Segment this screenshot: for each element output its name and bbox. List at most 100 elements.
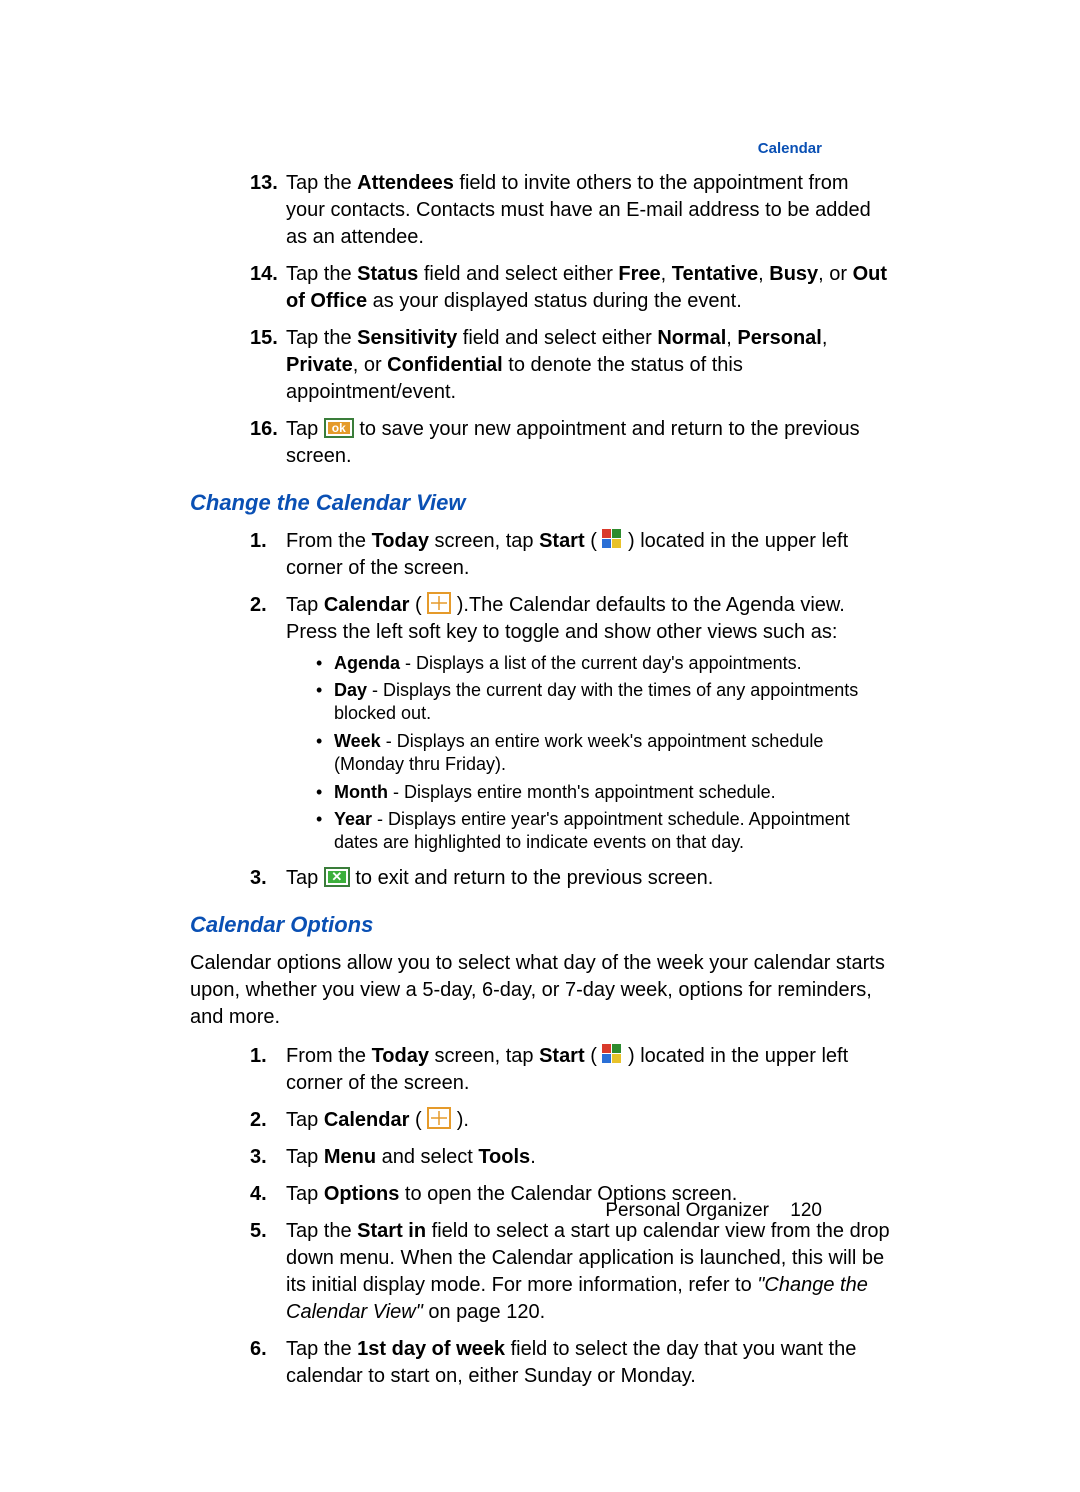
step-text: (: [409, 1109, 427, 1131]
bold: 1st day of week: [357, 1338, 505, 1360]
step-text: Tap the: [286, 1220, 357, 1242]
footer: Personal Organizer 120: [605, 1200, 822, 1222]
bold: Today: [372, 1045, 429, 1067]
bold: Day: [334, 680, 367, 700]
step-text: Tap: [286, 418, 324, 440]
step-text: to save your new appointment and return …: [286, 418, 860, 467]
step-text: ,: [661, 263, 672, 285]
list-item: 1. From the Today screen, tap Start ( ) …: [250, 528, 890, 582]
ok-icon-label: ok: [328, 422, 350, 434]
step-text: Tap: [286, 594, 324, 616]
close-icon: ✕: [324, 867, 350, 887]
list-item: 2. Tap Calendar ( ).The Calendar default…: [250, 592, 890, 855]
step-text: ,: [822, 327, 828, 349]
step-number: 16.: [250, 416, 278, 443]
bold: Attendees: [357, 172, 454, 194]
bold: Confidential: [387, 354, 503, 376]
footer-section: Personal Organizer: [605, 1200, 769, 1221]
heading-change-calendar-view: Change the Calendar View: [190, 488, 890, 518]
heading-calendar-options: Calendar Options: [190, 910, 890, 940]
step-number: 14.: [250, 261, 278, 288]
step-text: on page 120.: [423, 1301, 545, 1323]
bold: Options: [324, 1183, 400, 1205]
page: Calendar 13. Tap the Attendees field to …: [0, 0, 1080, 1492]
bold: Tools: [478, 1146, 530, 1168]
step-number: 2.: [250, 1107, 267, 1134]
list-item: 6. Tap the 1st day of week field to sele…: [250, 1336, 890, 1390]
step-number: 15.: [250, 325, 278, 352]
step-text: From the: [286, 530, 372, 552]
step-text: ).: [457, 1109, 469, 1131]
step-text: Tap: [286, 1109, 324, 1131]
calendar-icon: [427, 592, 451, 614]
step-text: Tap the: [286, 327, 357, 349]
list-item: Agenda - Displays a list of the current …: [316, 652, 890, 675]
steps-change-view: 1. From the Today screen, tap Start ( ) …: [250, 528, 890, 892]
bold: Status: [357, 263, 418, 285]
bold: Private: [286, 354, 353, 376]
list-item: 14. Tap the Status field and select eith…: [250, 261, 890, 315]
list-item: 3. Tap ✕ to exit and return to the previ…: [250, 865, 890, 892]
step-number: 6.: [250, 1336, 267, 1363]
step-text: (: [409, 594, 427, 616]
start-flag-icon: [602, 1044, 622, 1064]
calendar-icon: [427, 1107, 451, 1129]
view-list: Agenda - Displays a list of the current …: [316, 652, 890, 855]
bold: Busy: [769, 263, 818, 285]
step-text: Tap: [286, 867, 324, 889]
step-text: ,: [726, 327, 737, 349]
list-item: Year - Displays entire year's appointmen…: [316, 808, 890, 855]
view-desc: - Displays entire year's appointment sch…: [334, 809, 850, 852]
step-text: screen, tap: [429, 1045, 539, 1067]
list-item: Month - Displays entire month's appointm…: [316, 781, 890, 804]
intro-text: Calendar options allow you to select wha…: [190, 950, 890, 1031]
bold: Personal: [737, 327, 821, 349]
bold: Agenda: [334, 653, 400, 673]
step-text: From the: [286, 1045, 372, 1067]
step-number: 2.: [250, 592, 267, 619]
bold: Week: [334, 731, 381, 751]
list-item: Week - Displays an entire work week's ap…: [316, 730, 890, 777]
list-item: Day - Displays the current day with the …: [316, 679, 890, 726]
step-number: 3.: [250, 865, 267, 892]
step-number: 4.: [250, 1181, 267, 1208]
list-item: 3. Tap Menu and select Tools.: [250, 1144, 890, 1171]
step-text: and select: [376, 1146, 478, 1168]
step-text: (: [585, 1045, 597, 1067]
view-desc: - Displays the current day with the time…: [334, 680, 858, 723]
bold: Start in: [357, 1220, 426, 1242]
step-text: , or: [818, 263, 852, 285]
step-text: field and select either: [457, 327, 657, 349]
close-icon-label: ✕: [328, 871, 346, 883]
step-text: Tap: [286, 1146, 324, 1168]
step-text: .: [530, 1146, 536, 1168]
step-text: Tap: [286, 1183, 324, 1205]
bold: Today: [372, 530, 429, 552]
bold: Normal: [657, 327, 726, 349]
header-section-link[interactable]: Calendar: [758, 140, 822, 157]
bold: Free: [618, 263, 660, 285]
list-item: 16. Tap ok to save your new appointment …: [250, 416, 890, 470]
step-text: field and select either: [418, 263, 618, 285]
list-item: 2. Tap Calendar ( ).: [250, 1107, 890, 1134]
list-item: 5. Tap the Start in field to select a st…: [250, 1218, 890, 1326]
bold: Start: [539, 1045, 585, 1067]
bold: Year: [334, 809, 372, 829]
step-text: Tap the: [286, 172, 357, 194]
step-text: as your displayed status during the even…: [367, 290, 742, 312]
steps-continued: 13. Tap the Attendees field to invite ot…: [250, 170, 890, 470]
bold: Tentative: [672, 263, 758, 285]
step-number: 1.: [250, 528, 267, 555]
step-text: screen, tap: [429, 530, 539, 552]
step-number: 5.: [250, 1218, 267, 1245]
step-number: 1.: [250, 1043, 267, 1070]
step-text: Tap the: [286, 263, 357, 285]
step-text: ,: [758, 263, 769, 285]
bold: Start: [539, 530, 585, 552]
list-item: 1. From the Today screen, tap Start ( ) …: [250, 1043, 890, 1097]
view-desc: - Displays a list of the current day's a…: [400, 653, 802, 673]
step-text: Tap the: [286, 1338, 357, 1360]
step-number: 13.: [250, 170, 278, 197]
bold: Sensitivity: [357, 327, 457, 349]
bold: Month: [334, 782, 388, 802]
